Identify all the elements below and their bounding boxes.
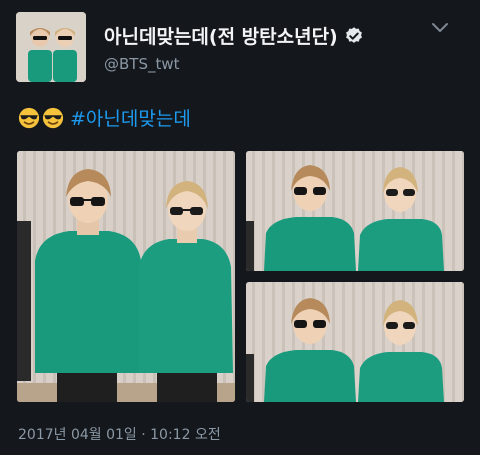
avatar-photo — [16, 12, 86, 82]
smiling-face-with-sunglasses-icon — [42, 107, 64, 129]
user-handle[interactable]: @BTS_twt — [104, 55, 180, 73]
more-options-chevron-icon[interactable] — [430, 20, 450, 36]
avatar[interactable] — [16, 12, 86, 82]
hashtag-link[interactable]: #아닌데맞는데 — [70, 108, 191, 130]
photo-image — [246, 151, 464, 271]
tweet-text: #아닌데맞는데 — [18, 104, 191, 131]
tweet-photo-3[interactable] — [246, 282, 464, 402]
tweet-timestamp[interactable]: 2017년 04월 01일 · 10:12 오전 — [18, 424, 221, 444]
tweet-photo-2[interactable] — [246, 151, 464, 271]
tweet-photo-1[interactable] — [17, 151, 235, 402]
display-name[interactable]: 아닌데맞는데(전 방탄소년단) — [104, 22, 364, 49]
photo-image — [246, 282, 464, 402]
verified-badge-icon — [345, 27, 362, 43]
smiling-face-with-sunglasses-icon — [18, 107, 40, 129]
photo-image — [17, 151, 235, 402]
display-name-text: 아닌데맞는데(전 방탄소년단) — [104, 26, 338, 48]
